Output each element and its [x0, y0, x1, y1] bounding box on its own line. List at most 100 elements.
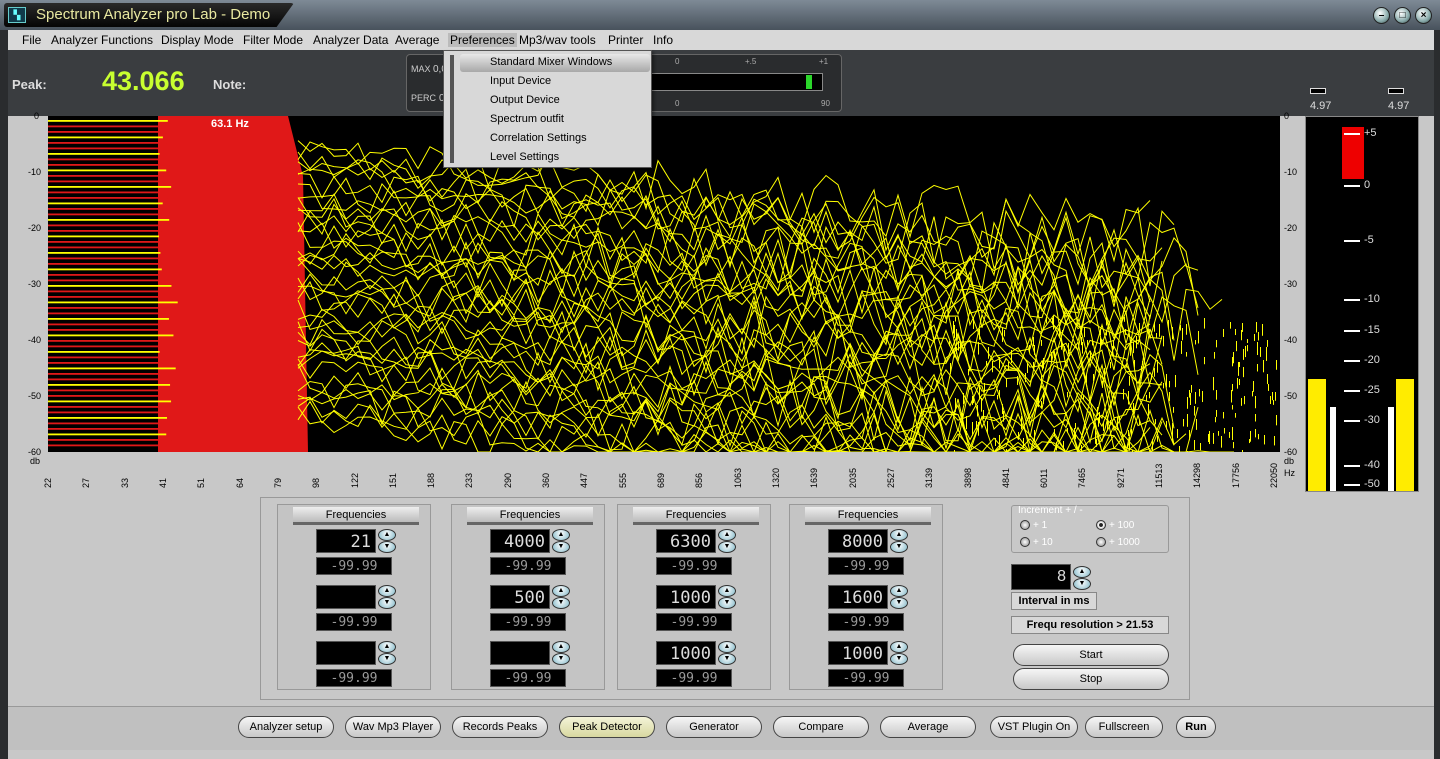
menu-filter-mode[interactable]: Filter Mode [243, 33, 303, 47]
menu-info[interactable]: Info [653, 33, 673, 47]
menu-item-level-settings[interactable]: Level Settings [490, 151, 559, 163]
menu-display-mode[interactable]: Display Mode [161, 33, 234, 47]
frequency-input[interactable]: 500 [490, 585, 550, 609]
peak-detector-button[interactable]: Peak Detector [559, 716, 655, 738]
x-axis: 22 27 33 41 51 64 79 98 122 151 188 233 290 360 447 555… [43, 452, 1280, 492]
spin-up-icon[interactable]: ▲ [890, 641, 908, 653]
spin-up-icon[interactable]: ▲ [552, 641, 570, 653]
frequency-input[interactable] [490, 641, 550, 665]
frequency-spinner[interactable]: ▲ ▼ [890, 641, 908, 665]
spectrum-speckle [1250, 433, 1251, 442]
frequency-spinner[interactable]: ▲ ▼ [718, 585, 736, 609]
menu-printer[interactable]: Printer [608, 33, 643, 47]
increment-radio-1000[interactable]: + 1000 [1096, 537, 1140, 548]
generator-button[interactable]: Generator [666, 716, 762, 738]
frequency-spinner[interactable]: ▲ ▼ [890, 529, 908, 553]
spin-down-icon[interactable]: ▼ [552, 653, 570, 665]
spectrum-speckle [999, 435, 1000, 449]
menu-file[interactable]: File [22, 33, 41, 47]
frequency-spinner[interactable]: ▲ ▼ [890, 585, 908, 609]
spin-down-icon[interactable]: ▼ [552, 541, 570, 553]
spin-up-icon[interactable]: ▲ [378, 641, 396, 653]
menu-analyzer-functions[interactable]: Analyzer Functions [51, 33, 153, 47]
spin-down-icon[interactable]: ▼ [1073, 578, 1091, 590]
frequency-input[interactable]: 1000 [656, 585, 716, 609]
frequency-input[interactable]: 1000 [656, 641, 716, 665]
spectrum-speckle [1224, 428, 1225, 434]
spin-down-icon[interactable]: ▼ [378, 653, 396, 665]
spectrum-plot[interactable]: 63.1 Hz [48, 116, 1280, 452]
compare-button[interactable]: Compare [773, 716, 869, 738]
spin-up-icon[interactable]: ▲ [718, 529, 736, 541]
wav-mp3-player-button[interactable]: Wav Mp3 Player [345, 716, 441, 738]
spectrum-speckle [979, 386, 980, 399]
fullscreen-button[interactable]: Fullscreen [1085, 716, 1163, 738]
frequency-input[interactable] [316, 641, 376, 665]
minimize-icon[interactable]: – [1373, 7, 1390, 24]
spectrum-speckle [1002, 404, 1003, 414]
records-peaks-button[interactable]: Records Peaks [452, 716, 548, 738]
spectrum-speckle [1154, 368, 1155, 377]
frequency-spinner[interactable]: ▲ ▼ [718, 641, 736, 665]
menu-item-spectrum-outfit[interactable]: Spectrum outfit [490, 113, 564, 125]
frequency-spinner[interactable]: ▲ ▼ [552, 641, 570, 665]
spin-up-icon[interactable]: ▲ [718, 641, 736, 653]
spin-down-icon[interactable]: ▼ [718, 597, 736, 609]
frequency-input[interactable]: 1600 [828, 585, 888, 609]
spin-up-icon[interactable]: ▲ [378, 585, 396, 597]
spin-down-icon[interactable]: ▼ [378, 597, 396, 609]
spin-up-icon[interactable]: ▲ [552, 585, 570, 597]
frequency-input[interactable]: 1000 [828, 641, 888, 665]
spectrum-speckle [962, 413, 963, 418]
start-button[interactable]: Start [1013, 644, 1169, 666]
spin-up-icon[interactable]: ▲ [890, 529, 908, 541]
stop-button[interactable]: Stop [1013, 668, 1169, 690]
frequency-spinner[interactable]: ▲ ▼ [378, 529, 396, 553]
frequency-spinner[interactable]: ▲ ▼ [552, 585, 570, 609]
vu-scale-label: +5 [1364, 127, 1377, 139]
frequency-spinner[interactable]: ▲ ▼ [718, 529, 736, 553]
spin-up-icon[interactable]: ▲ [890, 585, 908, 597]
spin-up-icon[interactable]: ▲ [1073, 566, 1091, 578]
spin-down-icon[interactable]: ▼ [718, 541, 736, 553]
increment-radio-10[interactable]: + 10 [1020, 537, 1053, 548]
spin-down-icon[interactable]: ▼ [378, 541, 396, 553]
average-button[interactable]: Average [880, 716, 976, 738]
frequency-spinner[interactable]: ▲ ▼ [378, 585, 396, 609]
menu-item-input-device[interactable]: Input Device [490, 75, 551, 87]
spin-down-icon[interactable]: ▼ [552, 597, 570, 609]
spin-down-icon[interactable]: ▼ [890, 541, 908, 553]
spin-up-icon[interactable]: ▲ [718, 585, 736, 597]
frequency-spinner[interactable]: ▲ ▼ [552, 529, 570, 553]
frequency-input[interactable] [316, 585, 376, 609]
menu-analyzer-data[interactable]: Analyzer Data [313, 33, 388, 47]
increment-radio-100[interactable]: + 100 [1096, 520, 1134, 531]
frequency-input[interactable]: 21 [316, 529, 376, 553]
frequency-input[interactable]: 6300 [656, 529, 716, 553]
spin-down-icon[interactable]: ▼ [718, 653, 736, 665]
spectrum-speckle [1189, 430, 1190, 441]
interval-input[interactable]: 8 [1011, 564, 1071, 590]
menu-item-output-device[interactable]: Output Device [490, 94, 560, 106]
menu-average[interactable]: Average [395, 33, 439, 47]
radio-icon [1096, 537, 1106, 548]
menu-preferences[interactable]: Preferences [448, 33, 517, 47]
frequency-input[interactable]: 8000 [828, 529, 888, 553]
menu-item-correlation-settings[interactable]: Correlation Settings [490, 132, 587, 144]
app-icon[interactable]: ▚ [8, 7, 26, 23]
analyzer-setup-button[interactable]: Analyzer setup [238, 716, 334, 738]
increment-radio-1[interactable]: + 1 [1020, 520, 1047, 531]
menu-item-standard-mixer-windows[interactable]: Standard Mixer Windows [490, 56, 612, 68]
interval-spinner[interactable]: ▲ ▼ [1073, 566, 1091, 590]
run-button[interactable]: Run [1176, 716, 1216, 738]
spin-up-icon[interactable]: ▲ [378, 529, 396, 541]
maximize-icon[interactable]: □ [1394, 7, 1411, 24]
spin-down-icon[interactable]: ▼ [890, 653, 908, 665]
frequency-input[interactable]: 4000 [490, 529, 550, 553]
menu-mp3-wav-tools[interactable]: Mp3/wav tools [519, 33, 596, 47]
vst-plugin-button[interactable]: VST Plugin On [990, 716, 1078, 738]
spin-up-icon[interactable]: ▲ [552, 529, 570, 541]
close-icon[interactable]: × [1415, 7, 1432, 24]
frequency-spinner[interactable]: ▲ ▼ [378, 641, 396, 665]
spin-down-icon[interactable]: ▼ [890, 597, 908, 609]
